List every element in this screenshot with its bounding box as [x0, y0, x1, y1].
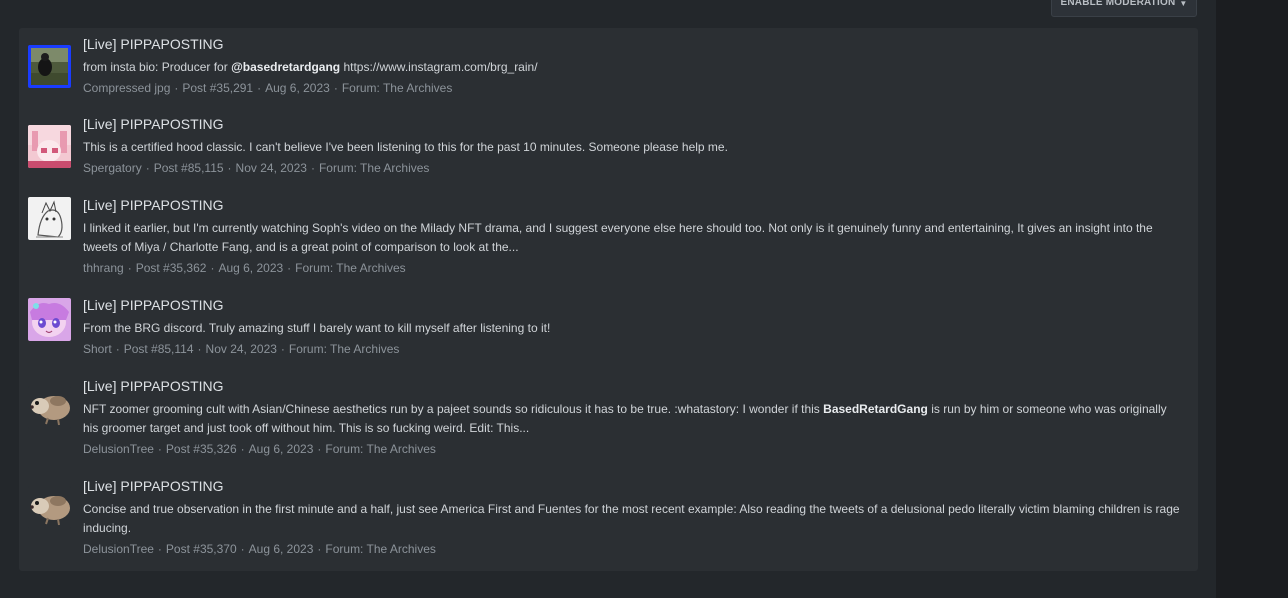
caret-down-icon: ▼ [1179, 0, 1188, 8]
snippet-highlight: @basedretardgang [231, 60, 341, 74]
result-meta: thhrang · Post #35,362 · Aug 6, 2023 · Forum: … [83, 261, 406, 275]
author-link[interactable]: DelusionTree [83, 542, 154, 556]
enable-moderation-label: ENABLE MODERATION [1060, 0, 1176, 8]
post-date[interactable]: Aug 6, 2023 [249, 542, 314, 556]
result-title-link[interactable]: [Live] PIPPAPOSTING [83, 378, 1183, 394]
post-number: Post #35,362 [135, 261, 207, 275]
result-snippet: From the BRG discord. Truly amazing stuf… [83, 319, 1183, 338]
result-title-link[interactable]: [Live] PIPPAPOSTING [83, 116, 1183, 132]
forum-link[interactable]: Forum: The Archives [319, 161, 429, 175]
forum-link[interactable]: Forum: The Archives [289, 342, 399, 356]
result-meta: DelusionTree · Post #35,326 · Aug 6, 2023 · Fo… [83, 442, 436, 456]
result-meta: Compressed jpg · Post #35,291 · Aug 6, 2023 ·… [83, 81, 453, 95]
avatar[interactable] [28, 298, 71, 341]
snippet-text: Concise and true observation in the firs… [83, 502, 1180, 535]
author-link[interactable]: Compressed jpg [83, 81, 170, 95]
snippet-text: This is a certified hood classic. I can'… [83, 140, 728, 154]
avatar[interactable] [28, 125, 71, 168]
result-title-link[interactable]: [Live] PIPPAPOSTING [83, 297, 1183, 313]
post-date[interactable]: Aug 6, 2023 [218, 261, 283, 275]
enable-moderation-button[interactable]: ENABLE MODERATION ▼ [1051, 0, 1197, 17]
result-snippet: This is a certified hood classic. I can'… [83, 138, 1183, 157]
snippet-text: NFT zoomer grooming cult with Asian/Chin… [83, 402, 824, 416]
post-date[interactable]: Nov 24, 2023 [236, 161, 307, 175]
result-title-link[interactable]: [Live] PIPPAPOSTING [83, 197, 1183, 213]
avatar[interactable] [28, 486, 71, 529]
search-results-list: [Live] PIPPAPOSTING from insta bio: Prod… [19, 28, 1198, 571]
avatar[interactable] [28, 386, 71, 429]
post-date[interactable]: Aug 6, 2023 [265, 81, 330, 95]
result-meta: DelusionTree · Post #35,370 · Aug 6, 2023 · Fo… [83, 542, 436, 556]
post-number: Post #35,291 [182, 81, 254, 95]
post-number: Post #35,326 [165, 442, 237, 456]
result-title-link[interactable]: [Live] PIPPAPOSTING [83, 36, 1183, 52]
post-number: Post #85,114 [123, 342, 194, 356]
result-meta: Short · Post #85,114 · Nov 24, 2023 · Forum: T… [83, 342, 400, 356]
right-gutter [1216, 0, 1288, 598]
result-snippet: Concise and true observation in the firs… [83, 500, 1183, 538]
result-snippet: from insta bio: Producer for @basedretar… [83, 58, 1183, 77]
result-snippet: NFT zoomer grooming cult with Asian/Chin… [83, 400, 1183, 438]
result-snippet: I linked it earlier, but I'm currently w… [83, 219, 1183, 257]
post-number: Post #35,370 [165, 542, 237, 556]
forum-link[interactable]: Forum: The Archives [342, 81, 452, 95]
snippet-text: from insta bio: Producer for [83, 60, 232, 74]
forum-link[interactable]: Forum: The Archives [295, 261, 405, 275]
post-date[interactable]: Nov 24, 2023 [206, 342, 277, 356]
result-title-link[interactable]: [Live] PIPPAPOSTING [83, 478, 1183, 494]
author-link[interactable]: thhrang [83, 261, 124, 275]
snippet-text: https://www.instagram.com/brg_rain/ [340, 60, 538, 74]
post-number: Post #85,115 [153, 161, 224, 175]
post-date[interactable]: Aug 6, 2023 [249, 442, 314, 456]
result-meta: Spergatory · Post #85,115 · Nov 24, 2023 · For… [83, 161, 430, 175]
author-link[interactable]: DelusionTree [83, 442, 154, 456]
avatar[interactable] [28, 45, 71, 88]
avatar[interactable] [28, 197, 71, 240]
snippet-text: From the BRG discord. Truly amazing stuf… [83, 321, 551, 335]
forum-link[interactable]: Forum: The Archives [325, 442, 435, 456]
snippet-text: I linked it earlier, but I'm currently w… [83, 221, 1153, 254]
author-link[interactable]: Spergatory [83, 161, 142, 175]
snippet-highlight: BasedRetardGang [823, 402, 928, 416]
forum-link[interactable]: Forum: The Archives [325, 542, 435, 556]
author-link[interactable]: Short [83, 342, 112, 356]
